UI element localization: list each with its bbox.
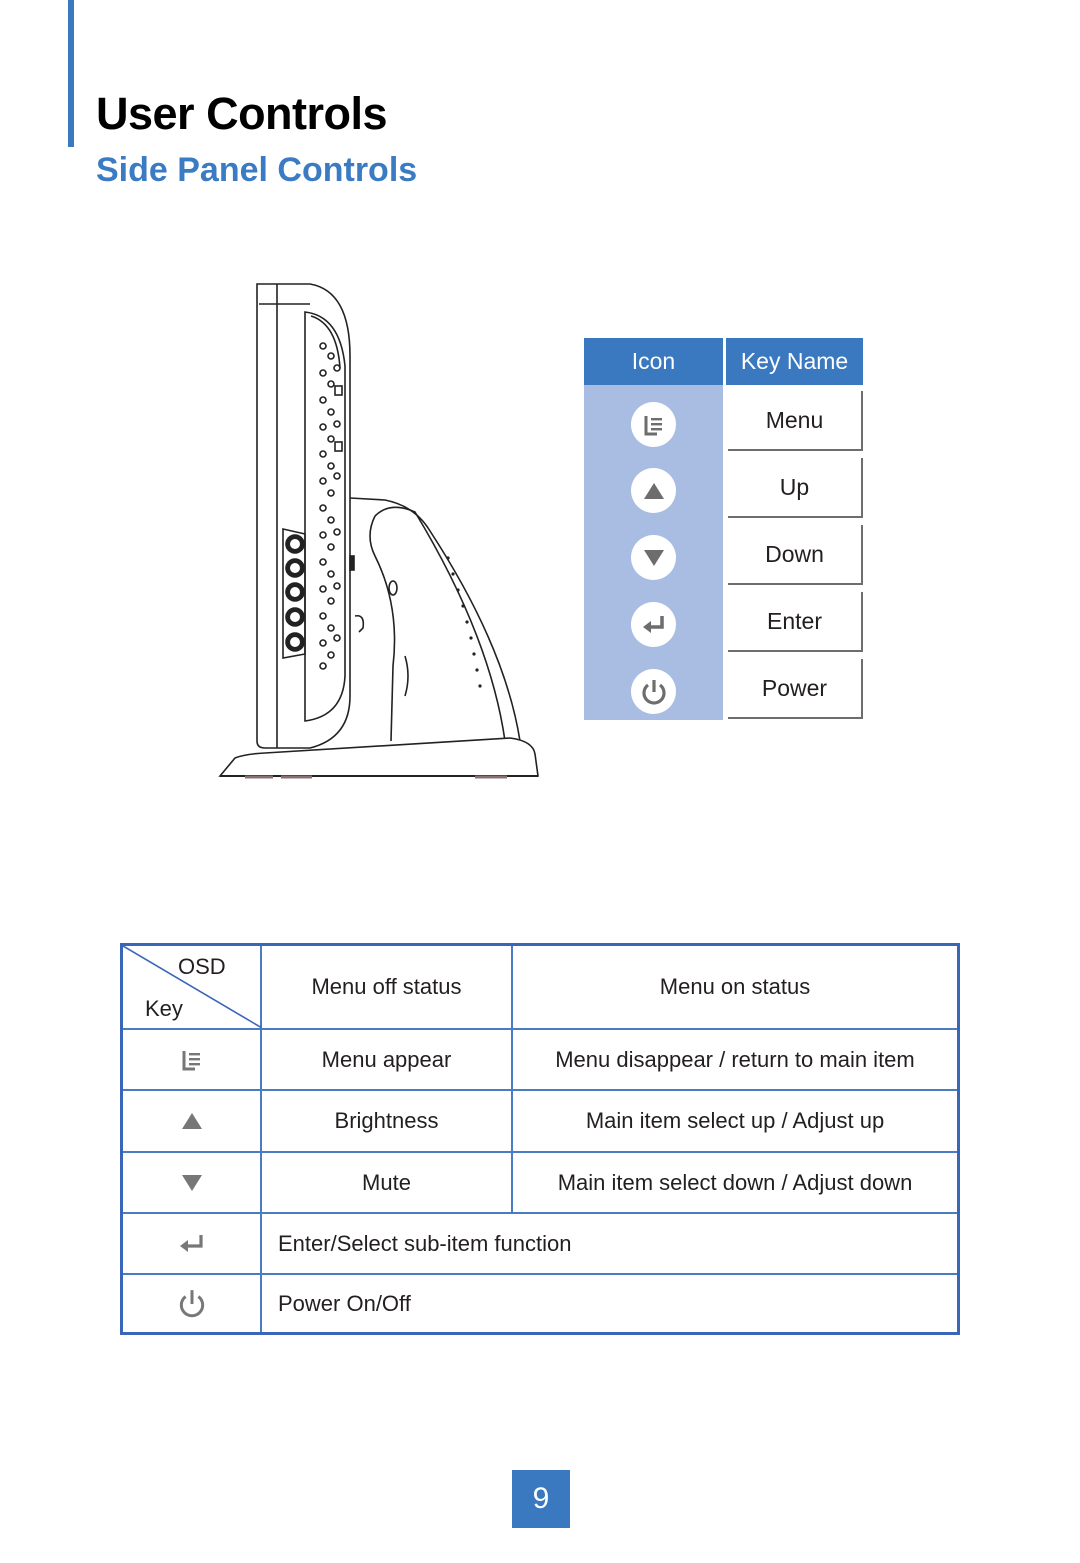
down-arrow-icon [123, 1153, 262, 1212]
menu-off-action: Mute [262, 1153, 513, 1212]
key-name-enter: Enter [728, 592, 863, 652]
section-title: Side Panel Controls [96, 151, 418, 189]
down-arrow-icon [631, 535, 676, 580]
power-icon [631, 669, 676, 714]
osd-function-table: OSD Key Menu off status Menu on status M… [120, 943, 960, 1335]
enter-icon [631, 602, 676, 647]
table-row: Menu appear Menu disappear / return to m… [123, 1030, 957, 1091]
menu-off-action: Menu appear [262, 1030, 513, 1089]
table-row: Power On/Off [123, 1275, 957, 1332]
enter-icon [123, 1214, 262, 1273]
key-name-menu: Menu [728, 391, 863, 451]
menu-on-action: Menu disappear / return to main item [555, 1046, 915, 1072]
legend-header-icon: Icon [584, 338, 723, 385]
accent-bar [68, 0, 74, 147]
table-row: Mute Main item select down / Adjust down [123, 1153, 957, 1214]
corner-osd-label: OSD [178, 954, 226, 979]
menu-on-action: Main item select up / Adjust up [585, 1108, 885, 1133]
table-row: Brightness Main item select up / Adjust … [123, 1091, 957, 1153]
page-title: User Controls [96, 88, 388, 139]
menu-on-action: Main item select down / Adjust down [557, 1169, 913, 1195]
corner-key-label: Key [145, 996, 183, 1021]
key-name-down: Down [728, 525, 863, 585]
header-menu-off: Menu off status [262, 946, 513, 1028]
corner-cell: OSD Key [123, 946, 262, 1028]
key-name-power: Power [728, 659, 863, 719]
page-number: 9 [512, 1470, 570, 1528]
legend-header-key-name: Key Name [726, 338, 863, 385]
menu-icon [123, 1030, 262, 1089]
table-row: Enter/Select sub-item function [123, 1214, 957, 1275]
legend-name-column: Menu Up Down Enter Power [723, 385, 863, 720]
menu-icon [631, 402, 676, 447]
osd-header-row: OSD Key Menu off status Menu on status [123, 946, 957, 1030]
header-menu-on: Menu on status [659, 974, 811, 999]
up-arrow-icon [123, 1091, 262, 1151]
menu-off-action: Brightness [262, 1091, 513, 1151]
power-icon [123, 1275, 262, 1332]
combined-action: Enter/Select sub-item function [278, 1230, 572, 1256]
legend-icon-column [584, 385, 723, 720]
key-name-up: Up [728, 458, 863, 518]
key-legend-table: Icon Key Name Menu Up Down Enter Power [584, 338, 866, 720]
up-arrow-icon [631, 468, 676, 513]
monitor-side-view-illustration [218, 283, 539, 779]
combined-action: Power On/Off [278, 1290, 411, 1316]
